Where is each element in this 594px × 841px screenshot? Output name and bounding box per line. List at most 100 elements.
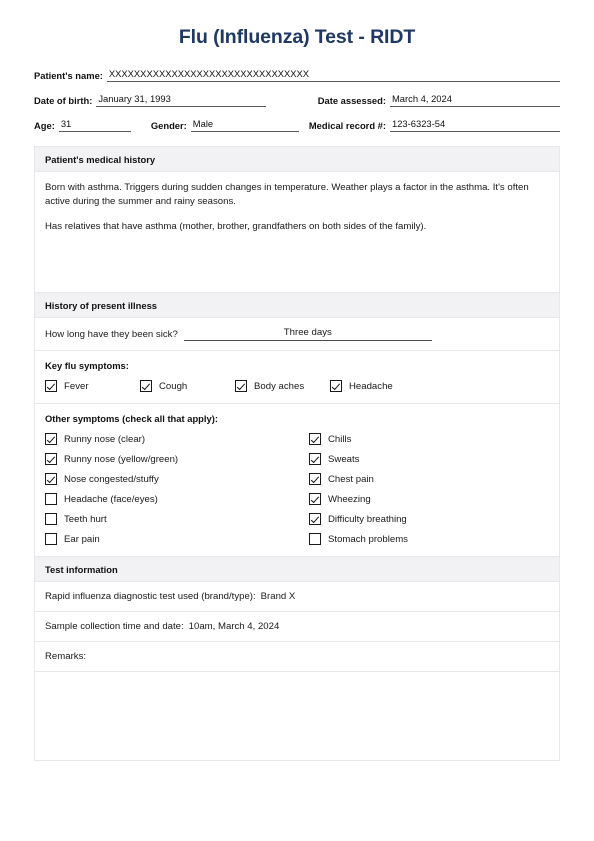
checkbox-label-body-aches: Body aches [254,380,305,392]
checkbox-fever[interactable] [45,380,57,392]
checkbox-item-sweats[interactable]: Sweats [309,453,549,465]
checkbox-item-nose-congested[interactable]: Nose congested/stuffy [45,473,297,485]
date-of-birth-label: Date of birth: [34,95,93,106]
checkbox-chest-pain[interactable] [309,473,321,485]
patient-name-row: Patient's name: XXXXXXXXXXXXXXXXXXXXXXXX… [34,68,560,82]
date-assessed-group: Date assessed: March 4, 2024 [318,93,560,107]
checkbox-sweats[interactable] [309,453,321,465]
checkbox-item-stomach-problems[interactable]: Stomach problems [309,533,549,545]
patient-header-fields: Patient's name: XXXXXXXXXXXXXXXXXXXXXXXX… [0,68,594,132]
test-brand-label: Rapid influenza diagnostic test used (br… [45,591,256,602]
checkbox-label-stomach-problems: Stomach problems [328,533,408,545]
checkbox-teeth-hurt[interactable] [45,513,57,525]
checkbox-label-ear-pain: Ear pain [64,533,100,545]
other-symptoms-columns: Runny nose (clear) Runny nose (yellow/gr… [45,433,549,545]
checkbox-item-wheezing[interactable]: Wheezing [309,493,549,505]
checkbox-item-ear-pain[interactable]: Ear pain [45,533,297,545]
checkbox-label-cough: Cough [159,380,188,392]
other-symptoms-left-column: Runny nose (clear) Runny nose (yellow/gr… [45,433,297,545]
gender-field[interactable]: Gender: Male [151,118,299,132]
remarks-label: Remarks: [45,651,87,662]
checkbox-runny-nose-clear[interactable] [45,433,57,445]
page-title: Flu (Influenza) Test - RIDT [178,26,416,48]
checkbox-label-teeth-hurt: Teeth hurt [64,513,107,525]
medical-history-paragraph-1: Born with asthma. Triggers during sudden… [45,182,529,207]
checkbox-label-chills: Chills [328,433,352,445]
patient-name-input[interactable]: XXXXXXXXXXXXXXXXXXXXXXXXXXXXXXXX [106,68,560,82]
checkbox-item-headache[interactable]: Headache [330,380,425,392]
checkbox-headache-face-eyes[interactable] [45,493,57,505]
checkbox-label-wheezing: Wheezing [328,493,371,505]
medical-record-field[interactable]: Medical record #: 123-6323-54 [309,118,560,132]
date-of-birth-field[interactable]: Date of birth: January 31, 1993 [34,93,267,107]
checkbox-item-runny-nose-yellow-green[interactable]: Runny nose (yellow/green) [45,453,297,465]
gender-input[interactable]: Male [190,118,299,132]
checkbox-cough[interactable] [140,380,152,392]
checkbox-item-body-aches[interactable]: Body aches [235,380,330,392]
date-of-birth-input[interactable]: January 31, 1993 [96,93,267,107]
checkbox-label-sweats: Sweats [328,453,360,465]
section-header-test-information: Test information [35,557,559,582]
checkbox-item-difficulty-breathing[interactable]: Difficulty breathing [309,513,549,525]
checkbox-body-aches[interactable] [235,380,247,392]
sick-duration-row: How long have they been sick? Three days [35,318,559,351]
gender-label: Gender: [150,120,187,131]
checkbox-item-cough[interactable]: Cough [140,380,235,392]
patient-name-field[interactable]: Patient's name: XXXXXXXXXXXXXXXXXXXXXXXX… [34,68,560,82]
sample-collection-row: Sample collection time and date: 10am, M… [35,612,559,642]
medical-history-content[interactable]: Born with asthma. Triggers during sudden… [35,172,559,293]
checkbox-item-headache-face-eyes[interactable]: Headache (face/eyes) [45,493,297,505]
medical-record-group: Medical record #: 123-6323-54 [309,118,560,132]
sick-duration-input[interactable]: Three days [183,327,432,341]
medical-record-input[interactable]: 123-6323-54 [390,118,560,132]
checkbox-chills[interactable] [309,433,321,445]
checkbox-item-fever[interactable]: Fever [45,380,140,392]
checkbox-label-chest-pain: Chest pain [328,473,374,485]
patient-name-label: Patient's name: [34,70,103,81]
test-brand-input[interactable]: Brand X [256,591,296,602]
key-flu-symptoms-section: Key flu symptoms: Fever Cough Body aches… [35,351,559,404]
checkbox-item-chills[interactable]: Chills [309,433,549,445]
sample-collection-input[interactable]: 10am, March 4, 2024 [184,621,280,632]
key-flu-symptoms-title: Key flu symptoms: [45,360,129,371]
section-header-present-illness: History of present illness [35,293,559,318]
checkbox-item-runny-nose-clear[interactable]: Runny nose (clear) [45,433,297,445]
checkbox-stomach-problems[interactable] [309,533,321,545]
checkbox-label-fever: Fever [64,380,89,392]
checkbox-item-chest-pain[interactable]: Chest pain [309,473,549,485]
form-body: Patient's medical history Born with asth… [34,146,560,761]
key-flu-symptoms-list: Fever Cough Body aches Headache [45,380,549,392]
date-assessed-input[interactable]: March 4, 2024 [390,93,560,107]
dob-assessed-row: Date of birth: January 31, 1993 Date ass… [34,93,560,107]
sample-collection-label: Sample collection time and date: [45,621,184,632]
checkbox-label-runny-nose-clear: Runny nose (clear) [64,433,146,445]
checkbox-runny-nose-yellow-green[interactable] [45,453,57,465]
section-header-medical-history: Patient's medical history [35,147,559,172]
checkbox-ear-pain[interactable] [45,533,57,545]
checkbox-nose-congested[interactable] [45,473,57,485]
checkbox-label-headache-face-eyes: Headache (face/eyes) [64,493,158,505]
age-gender-mrn-row: Age: 31 Gender: Male Medical record #: 1… [34,118,560,132]
other-symptoms-section: Other symptoms (check all that apply): R… [35,404,559,557]
checkbox-label-difficulty-breathing: Difficulty breathing [328,513,407,525]
checkbox-wheezing[interactable] [309,493,321,505]
remarks-textarea[interactable] [35,672,559,761]
age-field[interactable]: Age: 31 [34,118,131,132]
date-assessed-field[interactable]: Date assessed: March 4, 2024 [318,93,560,107]
remarks-row: Remarks: [35,642,559,672]
date-assessed-label: Date assessed: [317,95,386,106]
checkbox-label-runny-nose-yellow-green: Runny nose (yellow/green) [64,453,179,465]
other-symptoms-right-column: Chills Sweats Chest pain Wheezing Diffic… [297,433,549,545]
age-input[interactable]: 31 [58,118,131,132]
document-page: Flu (Influenza) Test - RIDT Patient's na… [0,0,594,841]
checkbox-headache[interactable] [330,380,342,392]
medical-record-label: Medical record #: [308,120,386,131]
checkbox-label-nose-congested: Nose congested/stuffy [64,473,159,485]
age-label: Age: [34,120,55,131]
test-brand-row: Rapid influenza diagnostic test used (br… [35,582,559,612]
sick-duration-label: How long have they been sick? [45,329,178,340]
checkbox-difficulty-breathing[interactable] [309,513,321,525]
checkbox-label-headache: Headache [349,380,393,392]
checkbox-item-teeth-hurt[interactable]: Teeth hurt [45,513,297,525]
other-symptoms-title: Other symptoms (check all that apply): [45,413,218,424]
